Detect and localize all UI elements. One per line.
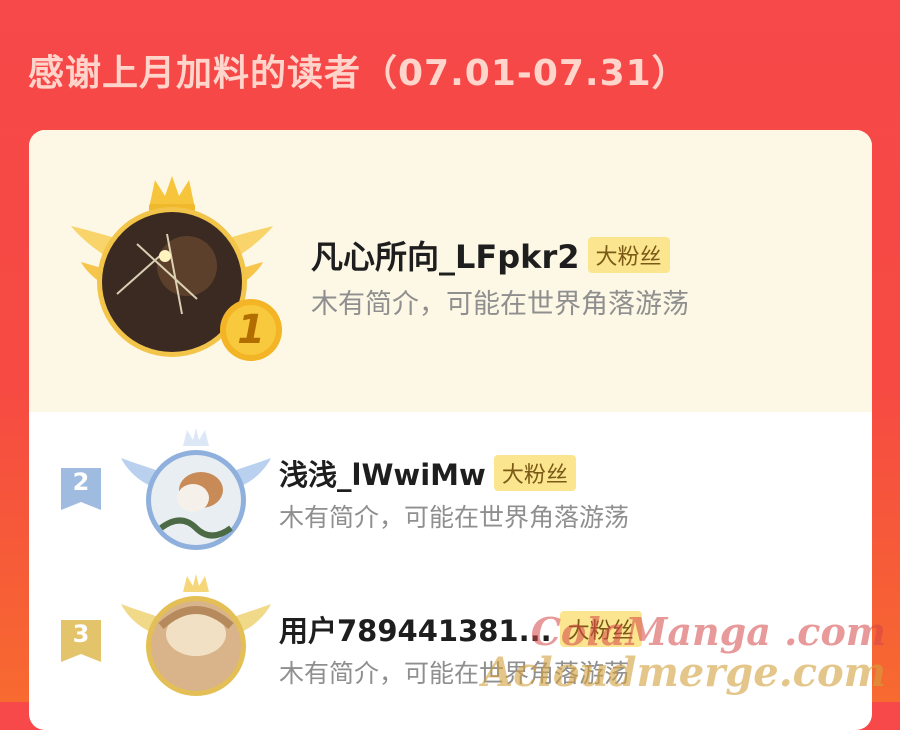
watermark-line-1: ColaManga .com <box>530 609 886 654</box>
rank-medal-icon: 1 <box>219 298 283 366</box>
watermark-line-2: Acloudmerge.com <box>482 649 886 696</box>
rank-ribbon-icon: 2 <box>59 466 103 516</box>
user-bio: 木有简介，可能在世界角落游荡 <box>311 289 689 320</box>
reader-entry-2[interactable]: 2 浅浅_lWwiMw 大粉丝 木有简介，可能在世界角落游荡 <box>29 428 872 560</box>
wings-icon <box>121 574 271 696</box>
rank-ribbon-icon: 3 <box>59 618 103 668</box>
fan-level-badge: 大粉丝 <box>587 237 670 273</box>
fan-level-badge: 大粉丝 <box>493 455 576 491</box>
rank-number: 2 <box>72 468 90 496</box>
wings-icon <box>121 428 271 550</box>
avatar-frame <box>121 428 271 558</box>
reader-entry-1[interactable]: 1 凡心所向_LFpkr2 大粉丝 木有简介，可能在世界角落游荡 <box>29 130 872 412</box>
crown-icon <box>149 176 195 211</box>
avatar-frame <box>121 574 271 704</box>
user-name[interactable]: 凡心所向_LFpkr2 <box>311 232 580 278</box>
page-title: 感谢上月加料的读者（07.01-07.31） <box>28 53 689 94</box>
user-bio: 木有简介，可能在世界角落游荡 <box>279 503 630 532</box>
rank-number: 1 <box>237 307 265 353</box>
user-name[interactable]: 用户789441381... <box>279 608 552 650</box>
rank-number: 3 <box>72 620 90 648</box>
user-name[interactable]: 浅浅_lWwiMw <box>279 452 486 494</box>
